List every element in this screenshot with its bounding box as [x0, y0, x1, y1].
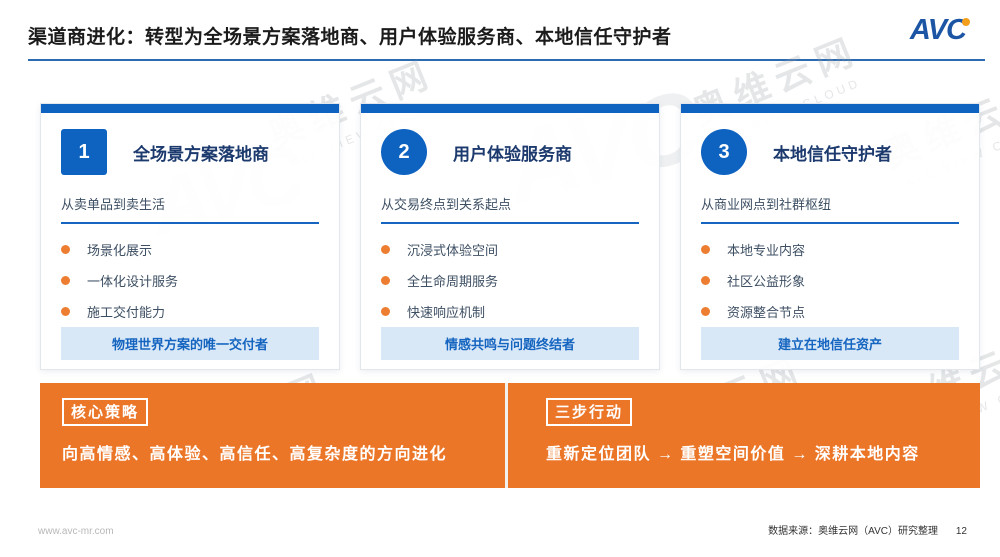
card-number-badge: 3: [701, 129, 747, 175]
bullet-dot-icon: [381, 245, 390, 254]
strategy-band: 核心策略 向高情感、高体验、高信任、高复杂度的方向进化 三步行动 重新定位团队 …: [40, 383, 980, 488]
bullet-dot-icon: [701, 307, 710, 316]
bullet-dot-icon: [701, 276, 710, 285]
bullet-label: 全生命周期服务: [407, 274, 499, 289]
bullet-dot-icon: [61, 307, 70, 316]
three-step-action-chip: 三步行动: [546, 398, 633, 426]
footer-website: www.avc-mr.com: [38, 526, 114, 537]
avc-logo-text: AVC: [909, 14, 967, 46]
card-subtitle: 从商业网点到社群枢纽: [701, 197, 832, 212]
card-top-accent-bar: [361, 104, 659, 113]
card-local-trust-guardian: 3 本地信任守护者 从商业网点到社群枢纽 本地专业内容 社区公益形象 资源整合节…: [680, 103, 980, 370]
bullet-label: 沉浸式体验空间: [407, 243, 499, 258]
bullet-dot-icon: [61, 276, 70, 285]
card-divider: [61, 222, 319, 224]
avc-logo: AVC: [909, 14, 970, 47]
slide-page: 奥维云网 ALL VIEW CLOUD 奥维云网 ALL VIEW CLOUD …: [0, 0, 1000, 557]
card-title: 用户体验服务商: [453, 144, 572, 164]
card-number-badge: 2: [381, 129, 427, 175]
bullet-dot-icon: [61, 245, 70, 254]
three-step-action-panel: 三步行动 重新定位团队 → 重塑空间价值 → 深耕本地内容: [508, 383, 980, 488]
card-top-accent-bar: [681, 104, 979, 113]
card-subtitle: 从交易终点到关系起点: [381, 197, 512, 212]
list-item: 快速响应机制: [381, 296, 639, 327]
avc-logo-dot-icon: [962, 18, 970, 26]
core-strategy-panel: 核心策略 向高情感、高体验、高信任、高复杂度的方向进化: [40, 383, 505, 488]
bullet-label: 场景化展示: [87, 243, 153, 258]
bullet-label: 施工交付能力: [87, 305, 166, 320]
list-item: 沉浸式体验空间: [381, 234, 639, 265]
footer-data-source: 数据来源：奥维云网（AVC）研究整理: [768, 526, 938, 537]
page-title: 渠道商进化：转型为全场景方案落地商、用户体验服务商、本地信任守护者: [28, 27, 672, 48]
card-title: 本地信任守护者: [773, 144, 892, 164]
card-top-accent-bar: [41, 104, 339, 113]
list-item: 资源整合节点: [701, 296, 959, 327]
list-item: 社区公益形象: [701, 265, 959, 296]
header-divider: [28, 59, 985, 61]
card-divider: [381, 222, 639, 224]
footer-page-number: 12: [955, 526, 967, 537]
card-highlight-banner: 建立在地信任资产: [701, 327, 959, 360]
card-subtitle: 从卖单品到卖生活: [61, 197, 166, 212]
three-step-action-text: 重新定位团队 → 重塑空间价值 → 深耕本地内容: [546, 446, 920, 463]
bullet-label: 一体化设计服务: [87, 274, 179, 289]
cards-row: 1 全场景方案落地商 从卖单品到卖生活 场景化展示 一体化设计服务 施工交付能力…: [40, 103, 980, 370]
list-item: 本地专业内容: [701, 234, 959, 265]
bullet-dot-icon: [701, 245, 710, 254]
bullet-label: 本地专业内容: [727, 243, 806, 258]
core-strategy-text: 向高情感、高体验、高信任、高复杂度的方向进化: [62, 446, 448, 463]
card-scene-solution-provider: 1 全场景方案落地商 从卖单品到卖生活 场景化展示 一体化设计服务 施工交付能力…: [40, 103, 340, 370]
list-item: 全生命周期服务: [381, 265, 639, 296]
core-strategy-chip: 核心策略: [62, 398, 149, 426]
card-divider: [701, 222, 959, 224]
card-highlight-banner: 物理世界方案的唯一交付者: [61, 327, 319, 360]
card-highlight-banner: 情感共鸣与问题终结者: [381, 327, 639, 360]
list-item: 场景化展示: [61, 234, 319, 265]
card-number-badge: 1: [61, 129, 107, 175]
bullet-dot-icon: [381, 307, 390, 316]
bullet-label: 资源整合节点: [727, 305, 806, 320]
list-item: 一体化设计服务: [61, 265, 319, 296]
bullet-dot-icon: [381, 276, 390, 285]
bullet-label: 快速响应机制: [407, 305, 486, 320]
bullet-label: 社区公益形象: [727, 274, 806, 289]
list-item: 施工交付能力: [61, 296, 319, 327]
card-user-experience-provider: 2 用户体验服务商 从交易终点到关系起点 沉浸式体验空间 全生命周期服务 快速响…: [360, 103, 660, 370]
card-title: 全场景方案落地商: [133, 144, 269, 164]
